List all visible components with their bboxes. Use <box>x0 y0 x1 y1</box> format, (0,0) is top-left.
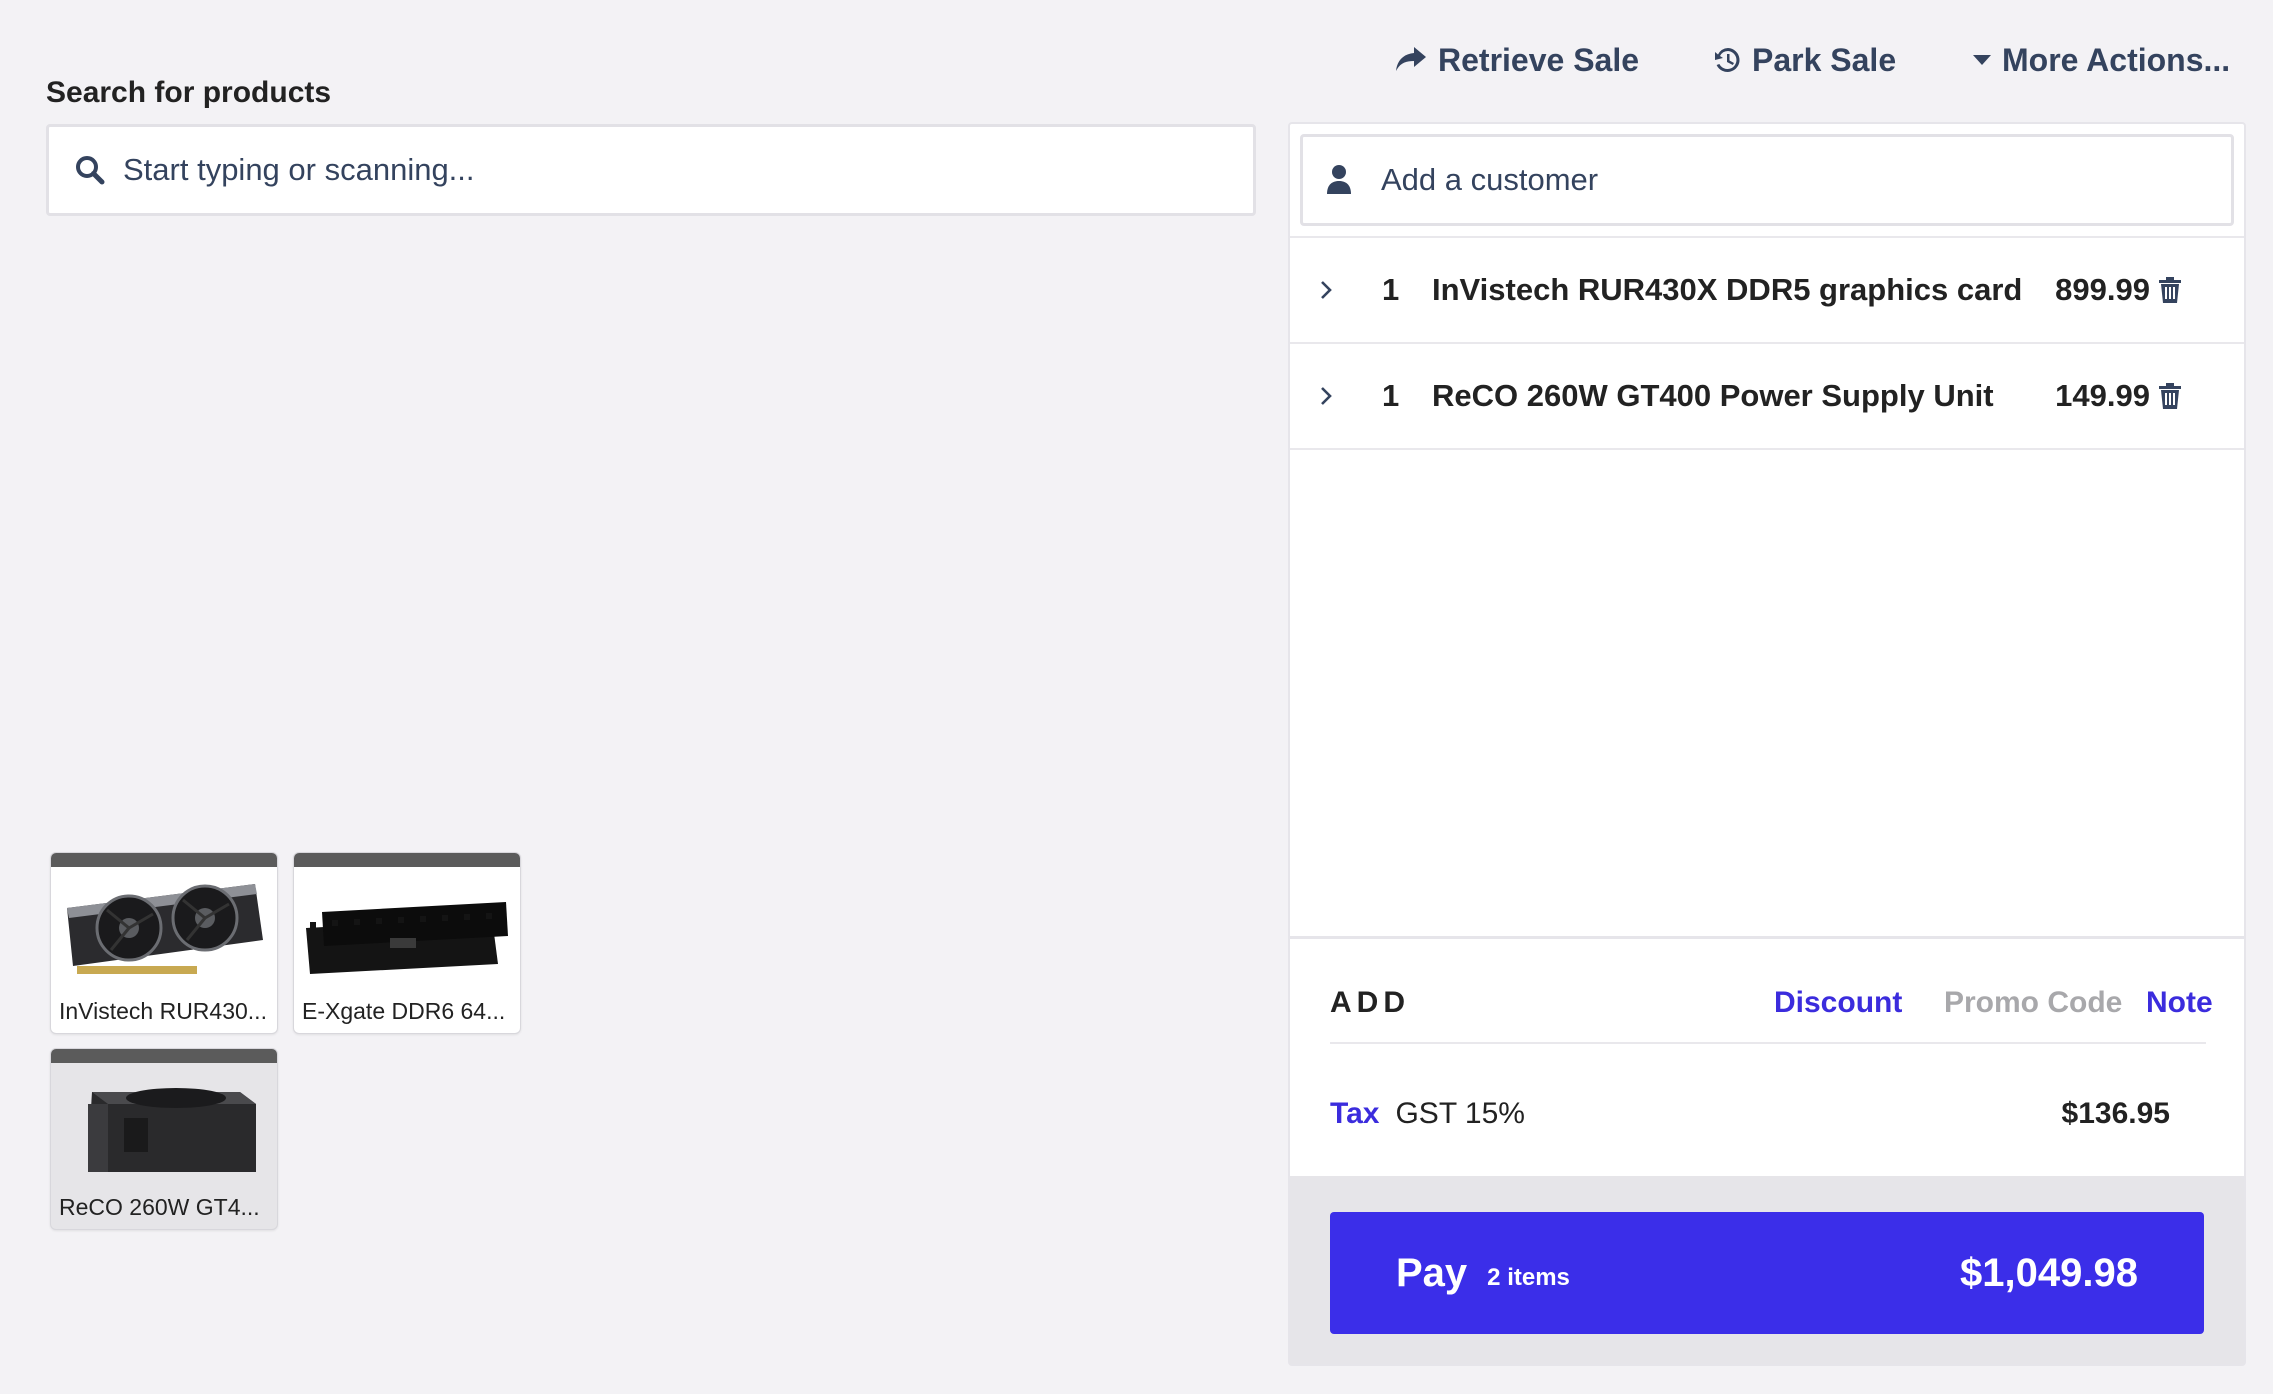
promo-code-link[interactable]: Promo Code <box>1944 986 2122 1020</box>
item-name: ReCO 260W GT400 Power Supply Unit <box>1432 378 1994 413</box>
pay-total: $1,049.98 <box>1960 1250 2138 1295</box>
item-name: InVistech RUR430X DDR5 graphics card <box>1432 272 2023 307</box>
more-actions-dropdown[interactable]: More Actions... <box>1972 38 2230 82</box>
park-sale-button[interactable]: Park Sale <box>1712 38 1896 82</box>
item-price: 899.99 <box>2055 272 2150 307</box>
trash-icon[interactable] <box>2158 276 2182 304</box>
pay-label: Pay <box>1396 1250 1468 1295</box>
retrieve-sale-label: Retrieve Sale <box>1438 41 1640 78</box>
more-actions-label: More Actions... <box>2002 41 2231 78</box>
divider <box>1290 936 2244 939</box>
tax-link[interactable]: Tax <box>1330 1097 1379 1131</box>
sale-panel: 1 InVistech RUR430X DDR5 graphics card 8… <box>1288 122 2246 1366</box>
tax-row: Tax GST 15% $136.95 <box>1330 1084 2206 1144</box>
tax-name: GST 15% <box>1395 1097 1525 1130</box>
chevron-right-icon[interactable] <box>1316 384 1336 408</box>
caret-down-icon <box>1973 55 1991 65</box>
memory-module-image <box>294 867 520 985</box>
retrieve-sale-button[interactable]: Retrieve Sale <box>1394 38 1639 82</box>
trash-icon[interactable] <box>2158 382 2182 410</box>
add-label: ADD <box>1330 986 1410 1019</box>
item-quantity: 1 <box>1382 272 1400 307</box>
item-quantity: 1 <box>1382 378 1400 413</box>
add-options-row: ADD Discount Promo Code Note <box>1330 964 2213 1044</box>
quick-key-tile[interactable]: ReCO 260W GT4... <box>50 1048 278 1230</box>
item-price: 149.99 <box>2055 378 2150 413</box>
tile-header-bar <box>51 853 277 867</box>
tile-header-bar <box>294 853 520 867</box>
pay-item-count: 2 items <box>1487 1264 1570 1291</box>
user-icon <box>1327 165 1351 194</box>
note-link[interactable]: Note <box>2146 986 2213 1020</box>
sale-line-item[interactable]: 1 ReCO 260W GT400 Power Supply Unit 149.… <box>1290 342 2244 448</box>
item-list-divider <box>1290 448 2244 450</box>
chevron-right-icon[interactable] <box>1316 278 1336 302</box>
pay-button[interactable]: Pay 2 items $1,049.98 <box>1330 1212 2204 1334</box>
quick-key-label: E-Xgate DDR6 64... <box>302 998 506 1024</box>
park-sale-label: Park Sale <box>1752 41 1897 78</box>
tax-amount: $136.95 <box>2061 1097 2170 1130</box>
search-heading: Search for products <box>46 76 332 109</box>
sale-line-item[interactable]: 1 InVistech RUR430X DDR5 graphics card 8… <box>1290 236 2244 342</box>
quick-key-label: ReCO 260W GT4... <box>59 1194 260 1220</box>
customer-search-input[interactable] <box>1381 162 2181 198</box>
tile-header-bar <box>51 1049 277 1063</box>
power-supply-image <box>51 1063 277 1181</box>
product-search-box <box>46 124 1256 216</box>
customer-search-box <box>1300 134 2234 226</box>
quick-key-label: InVistech RUR430... <box>59 998 267 1024</box>
graphics-card-image <box>51 867 277 985</box>
quick-key-tile[interactable]: E-Xgate DDR6 64... <box>293 852 521 1034</box>
search-icon <box>71 151 109 189</box>
history-icon <box>1715 48 1740 72</box>
pos-sell-screen: Retrieve Sale Park Sale More Actions... … <box>0 0 2273 1394</box>
product-search-input[interactable] <box>123 152 1223 188</box>
discount-link[interactable]: Discount <box>1774 986 1902 1020</box>
pay-area: Pay 2 items $1,049.98 <box>1290 1176 2244 1364</box>
quick-key-tile[interactable]: InVistech RUR430... <box>50 852 278 1034</box>
share-arrow-icon <box>1396 47 1426 71</box>
